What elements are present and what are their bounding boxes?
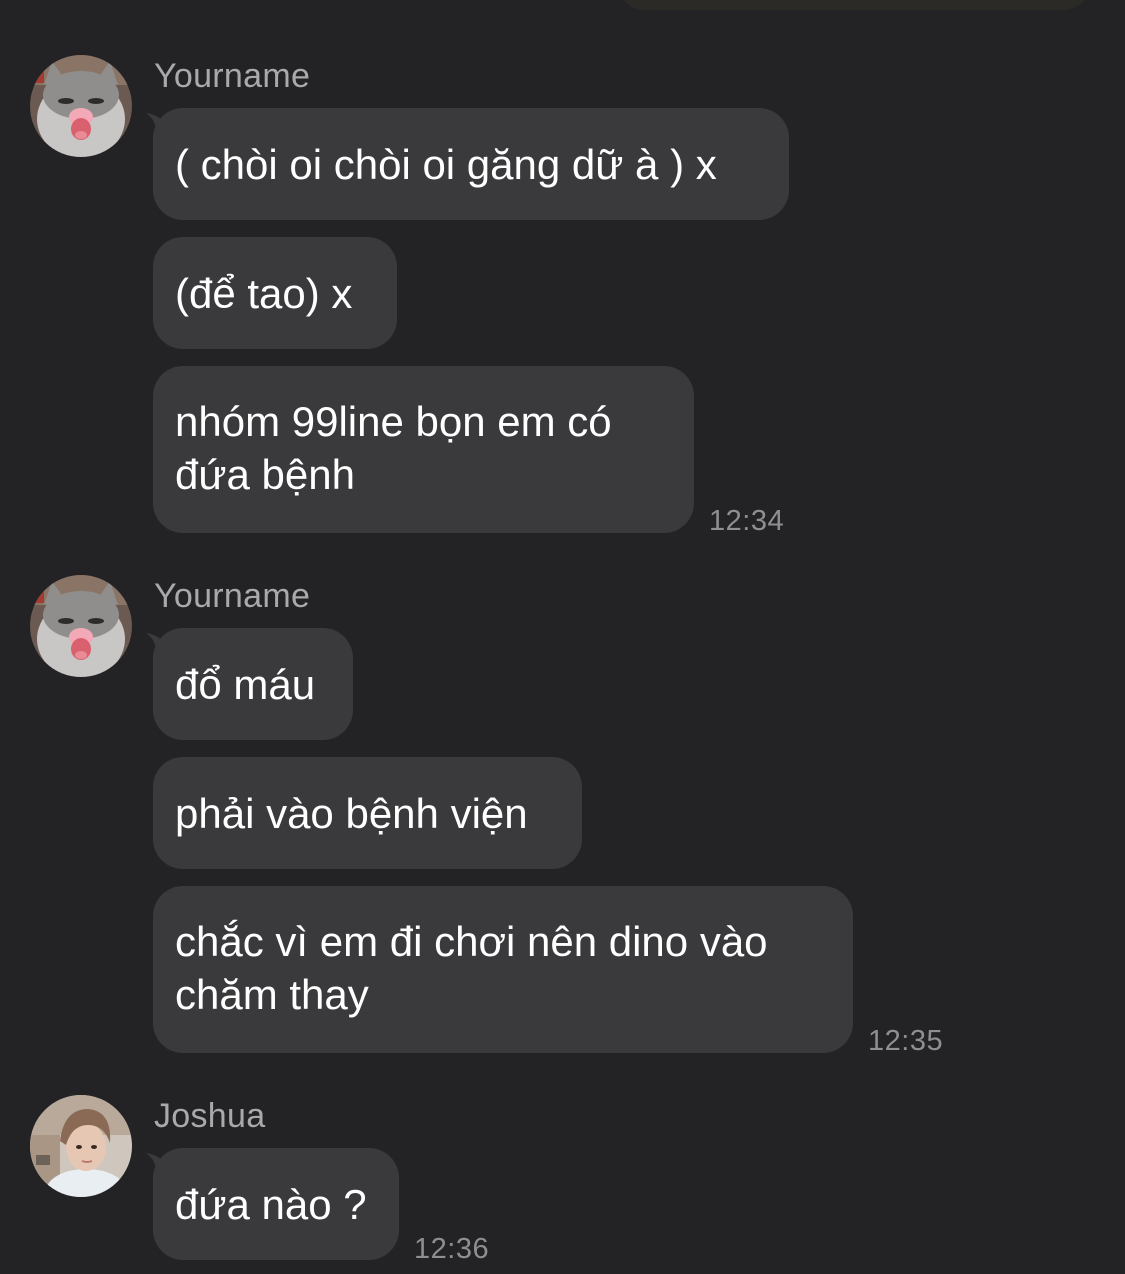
- message-bubble[interactable]: đứa nào ?: [153, 1148, 399, 1260]
- cat-avatar-icon[interactable]: [30, 55, 132, 157]
- cat-avatar-icon[interactable]: [30, 575, 132, 677]
- message-text: đứa nào ?: [175, 1180, 367, 1228]
- message-text-line: đứa bệnh: [175, 451, 355, 498]
- message-text: ( chòi oi chòi oi găng dữ à ) x: [175, 140, 717, 188]
- message-text-line: chắc vì em đi chơi nên dino vào: [175, 918, 768, 965]
- previous-message-bubble: [618, 0, 1090, 10]
- message-text: phải vào bệnh viện: [175, 789, 528, 837]
- sender-name: Joshua: [154, 1097, 266, 1135]
- message-text: (để tao) x: [175, 269, 353, 317]
- message-text-line: chăm thay: [175, 971, 369, 1018]
- sender-name: Yourname: [154, 57, 311, 95]
- message-timestamp: 12:34: [709, 505, 785, 537]
- message-bubble[interactable]: phải vào bệnh viện: [153, 757, 582, 869]
- message-bubble[interactable]: nhóm 99line bọn em có đứa bệnh: [153, 366, 694, 533]
- person-avatar-icon[interactable]: [30, 1095, 132, 1197]
- message-timestamp: 12:36: [414, 1233, 490, 1265]
- message-bubble[interactable]: (để tao) x: [153, 237, 397, 349]
- message-timestamp: 12:35: [868, 1025, 944, 1057]
- sender-name: Yourname: [154, 577, 311, 615]
- message-bubble[interactable]: chắc vì em đi chơi nên dino vào chăm tha…: [153, 886, 853, 1053]
- message-bubble[interactable]: ( chòi oi chòi oi găng dữ à ) x: [153, 108, 789, 220]
- message-bubble[interactable]: đổ máu: [153, 628, 353, 740]
- message-text: đổ máu: [175, 660, 316, 708]
- message-text-line: nhóm 99line bọn em có: [175, 398, 612, 445]
